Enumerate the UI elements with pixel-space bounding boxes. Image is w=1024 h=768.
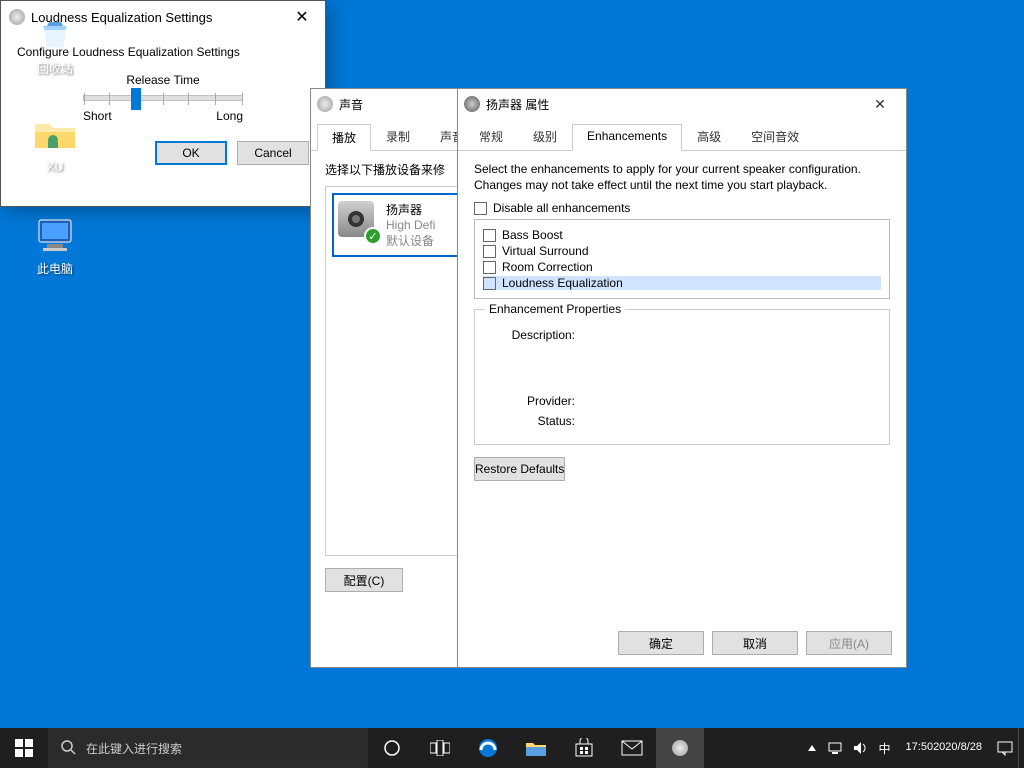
tray-ime[interactable]: 中 bbox=[874, 728, 896, 768]
clock-date: 2020/8/28 bbox=[933, 741, 982, 754]
enhancement-properties-group: Enhancement Properties Description: Prov… bbox=[474, 309, 890, 445]
enh-loudness-eq[interactable]: Loudness Equalization bbox=[483, 276, 881, 290]
computer-icon bbox=[33, 212, 77, 256]
tray-action-center[interactable] bbox=[992, 728, 1018, 768]
device-subtitle: High Defi bbox=[386, 218, 435, 232]
cancel-button[interactable]: Cancel bbox=[237, 141, 309, 165]
props-tabbar: 常规 级别 Enhancements 高级 空间音效 bbox=[458, 119, 906, 151]
speaker-app-icon bbox=[672, 740, 688, 756]
folder-icon bbox=[33, 112, 77, 156]
tab-levels[interactable]: 级别 bbox=[518, 123, 572, 150]
prop-status-label: Status: bbox=[485, 414, 575, 428]
tab-record[interactable]: 录制 bbox=[371, 123, 425, 150]
taskbar: 在此键入进行搜索 中 17:50 2020/8/28 bbox=[0, 728, 1024, 768]
cortana-button[interactable] bbox=[368, 728, 416, 768]
taskbar-search[interactable]: 在此键入进行搜索 bbox=[48, 728, 368, 768]
cancel-button[interactable]: 取消 bbox=[712, 631, 798, 655]
props-title: 扬声器 属性 bbox=[486, 96, 860, 113]
configure-button[interactable]: 配置(C) bbox=[325, 568, 403, 592]
search-placeholder: 在此键入进行搜索 bbox=[86, 740, 182, 757]
tray-volume-icon[interactable] bbox=[848, 728, 874, 768]
default-device-check-icon: ✓ bbox=[364, 227, 382, 245]
desktop-icon-folder-xu[interactable]: XU bbox=[18, 112, 92, 174]
group-title: Enhancement Properties bbox=[485, 302, 625, 316]
show-desktop-button[interactable] bbox=[1018, 728, 1024, 768]
search-icon bbox=[60, 739, 76, 758]
recycle-bin-icon bbox=[33, 12, 77, 56]
tab-enhancements[interactable]: Enhancements bbox=[572, 124, 682, 151]
desktop-icon-this-pc[interactable]: 此电脑 bbox=[18, 212, 92, 277]
speaker-props-icon bbox=[464, 96, 480, 112]
prop-provider-label: Provider: bbox=[485, 394, 575, 408]
slider-max-label: Long bbox=[216, 109, 243, 123]
desktop-icon-recycle-bin[interactable]: 回收站 bbox=[18, 12, 92, 77]
sound-icon bbox=[317, 96, 333, 112]
close-button[interactable]: ✕ bbox=[860, 89, 900, 119]
tray-network-icon[interactable] bbox=[822, 728, 848, 768]
start-button[interactable] bbox=[0, 728, 48, 768]
task-view-button[interactable] bbox=[416, 728, 464, 768]
speaker-properties-dialog: 扬声器 属性 ✕ 常规 级别 Enhancements 高级 空间音效 Sele… bbox=[457, 88, 907, 668]
release-time-slider[interactable] bbox=[83, 95, 243, 101]
checkbox[interactable] bbox=[483, 245, 496, 258]
restore-defaults-button[interactable]: Restore Defaults bbox=[474, 457, 565, 481]
tab-playback[interactable]: 播放 bbox=[317, 124, 371, 151]
props-titlebar[interactable]: 扬声器 属性 ✕ bbox=[458, 89, 906, 119]
enhancements-description: Select the enhancements to apply for you… bbox=[474, 161, 890, 193]
taskbar-mail[interactable] bbox=[608, 728, 656, 768]
tab-general[interactable]: 常规 bbox=[464, 123, 518, 150]
ok-button[interactable]: OK bbox=[155, 141, 227, 165]
enh-virtual-surround[interactable]: Virtual Surround bbox=[483, 244, 881, 258]
taskbar-app-sound[interactable] bbox=[656, 728, 704, 768]
ok-button[interactable]: 确定 bbox=[618, 631, 704, 655]
device-status: 默认设备 bbox=[386, 232, 435, 249]
prop-description-label: Description: bbox=[485, 328, 575, 342]
enh-bass-boost[interactable]: Bass Boost bbox=[483, 228, 881, 242]
enh-room-correction[interactable]: Room Correction bbox=[483, 260, 881, 274]
slider-thumb[interactable] bbox=[131, 88, 141, 110]
enhancements-list: Bass Boost Virtual Surround Room Correct… bbox=[474, 219, 890, 299]
apply-button[interactable]: 应用(A) bbox=[806, 631, 892, 655]
checkbox[interactable] bbox=[483, 277, 496, 290]
disable-all-label: Disable all enhancements bbox=[493, 201, 630, 215]
taskbar-store[interactable] bbox=[560, 728, 608, 768]
tray-show-hidden[interactable] bbox=[802, 728, 822, 768]
disable-all-checkbox[interactable] bbox=[474, 202, 487, 215]
taskbar-explorer[interactable] bbox=[512, 728, 560, 768]
tab-advanced[interactable]: 高级 bbox=[682, 123, 736, 150]
taskbar-edge[interactable] bbox=[464, 728, 512, 768]
checkbox[interactable] bbox=[483, 229, 496, 242]
clock-time: 17:50 bbox=[906, 741, 934, 754]
disable-all-row[interactable]: Disable all enhancements bbox=[474, 201, 890, 215]
device-name: 扬声器 bbox=[386, 201, 435, 218]
close-button[interactable]: ✕ bbox=[287, 7, 317, 27]
tray-clock[interactable]: 17:50 2020/8/28 bbox=[896, 728, 992, 768]
tab-spatial[interactable]: 空间音效 bbox=[736, 123, 814, 150]
checkbox[interactable] bbox=[483, 261, 496, 274]
